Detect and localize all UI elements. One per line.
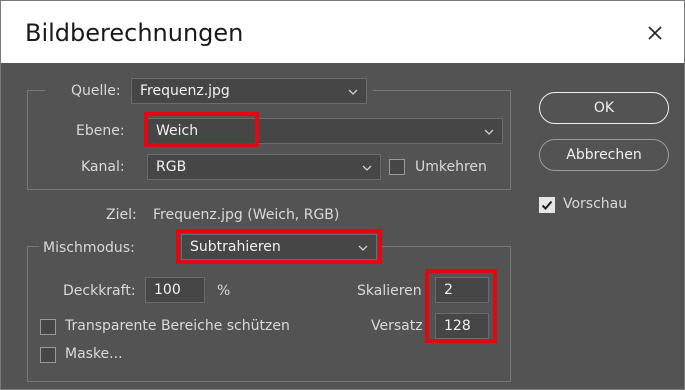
mask-label: Maske... <box>65 346 123 362</box>
cancel-button-label: Abbrechen <box>566 147 642 163</box>
kanal-value: RGB <box>156 159 187 175</box>
quelle-label: Quelle: <box>71 83 121 99</box>
target-label: Ziel: <box>106 207 137 223</box>
dialog-title: Bildberechnungen <box>25 19 244 47</box>
image-calculations-dialog: Bildberechnungen Quelle: Frequenz.jpg Eb… <box>0 0 685 390</box>
cancel-button[interactable]: Abbrechen <box>539 139 669 171</box>
quelle-select[interactable]: Frequenz.jpg <box>131 78 367 104</box>
offset-input[interactable]: 128 <box>435 313 489 339</box>
kanal-select[interactable]: RGB <box>147 154 381 180</box>
target-value: Frequenz.jpg (Weich, RGB) <box>153 207 340 223</box>
opacity-unit: % <box>217 283 231 299</box>
ok-button-label: OK <box>593 100 615 116</box>
close-icon[interactable] <box>641 19 669 47</box>
offset-value: 128 <box>444 318 471 334</box>
offset-label: Versatz <box>371 318 423 334</box>
preview-label: Vorschau <box>563 196 628 212</box>
chevron-down-icon <box>348 85 358 101</box>
opacity-value: 100 <box>154 282 181 298</box>
checkmark-icon <box>541 200 553 210</box>
chevron-down-icon <box>362 161 372 177</box>
quelle-value: Frequenz.jpg <box>140 83 230 99</box>
mischmodus-label: Mischmodus: <box>43 240 135 256</box>
invert-checkbox[interactable] <box>389 159 405 175</box>
blend-mode-highlight-box <box>176 229 382 264</box>
preserve-transparency-label: Transparente Bereiche schützen <box>65 318 290 334</box>
kanal-label: Kanal: <box>81 159 125 175</box>
preview-checkbox[interactable] <box>539 197 555 213</box>
ok-button[interactable]: OK <box>539 92 669 124</box>
ebene-highlight-box <box>144 112 259 147</box>
ebene-label: Ebene: <box>76 123 125 139</box>
opacity-input[interactable]: 100 <box>145 277 205 303</box>
opacity-label: Deckkraft: <box>63 283 136 299</box>
scale-label: Skalieren <box>357 283 422 299</box>
preserve-transparency-checkbox[interactable] <box>40 319 56 335</box>
invert-label: Umkehren <box>415 159 487 175</box>
chevron-down-icon <box>484 125 494 141</box>
title-bar: Bildberechnungen <box>1 1 684 63</box>
mask-checkbox[interactable] <box>40 347 56 363</box>
